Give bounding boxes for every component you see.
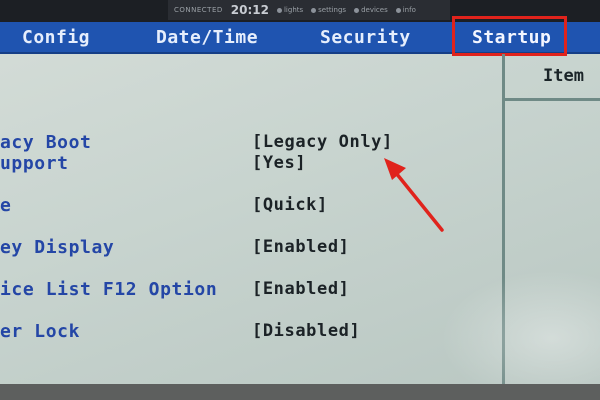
overlay-item-info[interactable]: info	[395, 6, 416, 14]
setting-label: ey Display	[0, 237, 115, 258]
settings-icon	[311, 7, 317, 13]
bios-screen: CONNECTED 20:12 lights settings devices …	[0, 0, 600, 384]
setting-label: er Lock	[0, 321, 81, 342]
overlay-item-devices[interactable]: devices	[354, 6, 388, 14]
bios-menu-bar: Config Date/Time Security Startup	[0, 22, 600, 54]
help-panel-divider	[502, 54, 505, 384]
devices-icon	[354, 7, 360, 13]
setting-value[interactable]: [Enabled]	[252, 279, 350, 299]
setting-label: acy Boot	[0, 132, 92, 153]
setting-value[interactable]: [Legacy Only]	[252, 132, 393, 152]
setting-value[interactable]: [Yes]	[252, 153, 306, 173]
help-header-line	[505, 98, 600, 101]
lights-icon	[276, 7, 282, 13]
overlay-clock: 20:12	[230, 3, 269, 17]
setting-row-numlock[interactable]: er Lock [Disabled]	[0, 321, 500, 345]
overlay-item-settings[interactable]: settings	[311, 6, 346, 14]
setting-value[interactable]: [Enabled]	[252, 237, 350, 257]
tab-startup[interactable]: Startup	[472, 22, 551, 54]
monitor-bezel	[0, 384, 600, 400]
help-panel-title: Item	[543, 66, 584, 86]
overlay-left-text: CONNECTED	[174, 6, 223, 14]
setting-row-device-list-f12[interactable]: ice List F12 Option [Enabled]	[0, 279, 500, 303]
setting-label: e	[0, 195, 12, 216]
camera-overlay-bar: CONNECTED 20:12 lights settings devices …	[168, 0, 450, 20]
info-icon	[395, 7, 401, 13]
overlay-item-lights[interactable]: lights	[276, 6, 303, 14]
tab-config[interactable]: Config	[22, 22, 90, 54]
setting-value[interactable]: [Quick]	[252, 195, 328, 215]
tab-date-time[interactable]: Date/Time	[156, 22, 258, 54]
setting-label: ice List F12 Option	[0, 279, 218, 300]
tab-security[interactable]: Security	[320, 22, 411, 54]
setting-value[interactable]: [Disabled]	[252, 321, 360, 341]
red-arrow-annotation-icon	[384, 158, 444, 232]
setting-label: upport	[0, 153, 69, 174]
setting-row-key-display[interactable]: ey Display [Enabled]	[0, 237, 500, 261]
